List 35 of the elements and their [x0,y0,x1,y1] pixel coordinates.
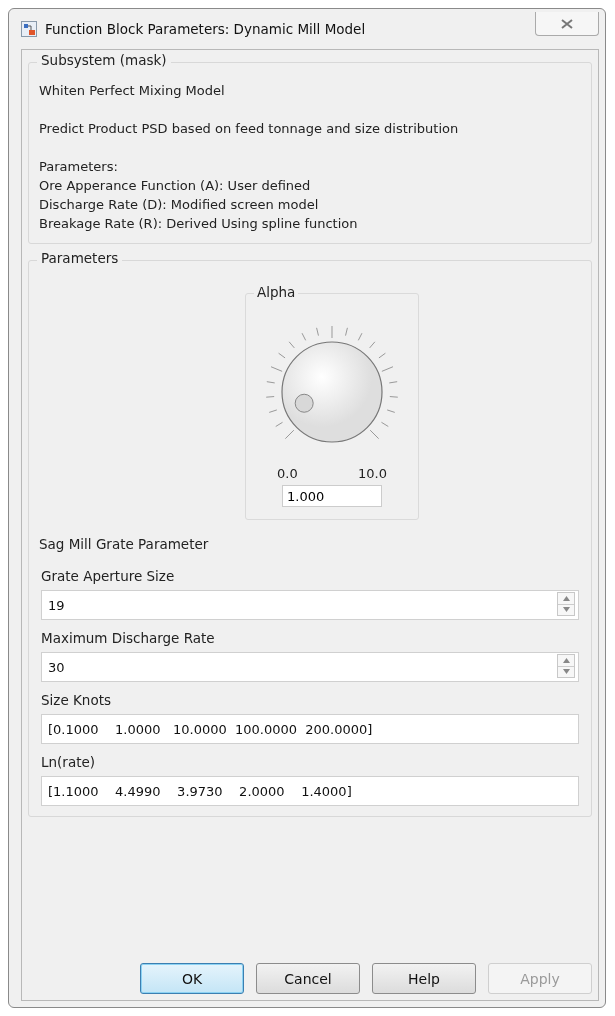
field-label: Maximum Discharge Rate [41,630,215,646]
input-field[interactable]: 19 [41,590,579,620]
window-title: Function Block Parameters: Dynamic Mill Model [45,21,367,37]
max-label: 10.0 [358,466,387,481]
input-field[interactable]: 30 [41,652,579,682]
knob-indicator [294,393,314,413]
group-title: Parameters [37,250,123,266]
description-text: Whiten Perfect Mixing Model [39,82,226,100]
input-field[interactable]: [1.1000 4.4990 3.9730 2.0000 1.4000] [41,776,579,806]
field-label: Grate Aperture Size [41,568,175,584]
up-arrow-icon [562,657,570,663]
field-label: Size Knots [41,692,111,708]
spinner[interactable] [557,654,575,678]
description-text: Discharge Rate (D): Modified screen model [39,196,320,214]
min-label: 0.0 [277,466,298,481]
description-text: Predict Product PSD based on feed tonnage and size distribution [39,120,460,138]
spinner[interactable] [557,592,575,616]
close-button[interactable] [535,12,599,36]
down-arrow-icon [562,607,570,613]
description-text: Ore Apperance Function (A): User defined [39,177,312,195]
group-title: Subsystem (mask) [37,52,171,68]
app-icon [21,21,37,37]
field-label: Ln(rate) [41,754,96,770]
input-field[interactable]: [0.1000 1.0000 10.0000 100.0000 200.0000] [41,714,579,744]
dialog-button[interactable]: OK [140,963,244,994]
knob-label: Alpha [254,284,299,300]
description-text: Parameters: [39,158,119,176]
dialog-button[interactable]: Help [372,963,476,994]
description-text: Breakage Rate (R): Derived Using spline function [39,215,359,233]
close-icon [561,18,573,29]
down-arrow-icon [562,669,570,675]
value-field[interactable]: 1.000 [282,485,382,507]
dialog-button[interactable]: Cancel [256,963,360,994]
section-label: Sag Mill Grate Parameter [39,536,209,552]
up-arrow-icon [562,595,570,601]
